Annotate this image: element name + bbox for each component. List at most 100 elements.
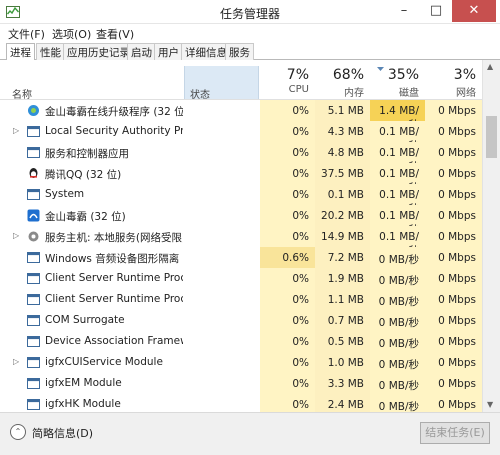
column-status[interactable]: 状态 (184, 66, 259, 101)
process-cpu-value: 0% (260, 142, 315, 163)
tab-users[interactable]: 用户 (154, 43, 183, 60)
process-memory-value: 0.7 MB (315, 310, 370, 331)
process-row[interactable]: Client Server Runtime Process0%1.9 MB0 M… (0, 268, 482, 289)
cpu-label: CPU (288, 84, 309, 95)
app-window-icon (27, 189, 40, 200)
disk-total: 35% (387, 67, 419, 83)
process-disk-value: 0 MB/秒 (370, 373, 425, 394)
process-cpu-value: 0% (260, 100, 315, 121)
close-button[interactable]: ✕ (452, 0, 496, 22)
process-row[interactable]: 腾讯QQ (32 位) 0%37.5 MB0.1 MB/秒0 Mbps (0, 163, 482, 194)
process-disk-value: 0.1 MB/秒 (370, 163, 425, 194)
process-network-value: 0 Mbps (425, 100, 482, 121)
process-network-value: 0 Mbps (425, 310, 482, 331)
column-name[interactable]: 名称 (12, 86, 32, 101)
tab-performance[interactable]: 性能 (36, 43, 65, 60)
tab-details[interactable]: 详细信息 (181, 43, 231, 60)
process-name: Client Server Runtime Process (45, 293, 183, 305)
title-bar: 任务管理器 – □ ✕ (0, 0, 500, 24)
process-disk-value: 0.1 MB/秒 (370, 184, 425, 215)
fewer-details-link[interactable]: 简略信息(D) (32, 425, 93, 441)
kingsoft-antivirus-icon (27, 209, 40, 222)
process-row[interactable]: ▷ igfxCUIService Module 0% 1.0 MB 0 MB/秒 0 Mb… (0, 352, 482, 373)
process-name: Device Association Framewo... (45, 335, 183, 347)
process-cpu-value: 0% (260, 121, 315, 142)
network-label: 网络 (456, 88, 476, 99)
maximize-button[interactable]: □ (421, 0, 451, 22)
process-network-value: 0 Mbps (425, 205, 482, 226)
column-cpu[interactable]: 7% CPU (260, 60, 315, 100)
menu-view[interactable]: 查看(V) (96, 26, 134, 42)
menu-options[interactable]: 选项(O) (52, 26, 91, 42)
process-network-value: 0 Mbps (425, 184, 482, 205)
scroll-up-icon[interactable]: ▲ (487, 62, 493, 71)
process-memory-value: 4.8 MB (315, 142, 370, 163)
process-network-value: 0 Mbps (425, 373, 482, 394)
column-network[interactable]: 3% 网络 (425, 60, 482, 100)
vertical-scrollbar[interactable]: ▲ ▼ (482, 60, 500, 412)
app-window-icon (27, 147, 40, 158)
tab-services[interactable]: 服务 (225, 43, 254, 60)
process-row[interactable]: 服务和控制器应用 0%4.8 MB0.1 MB/秒0 Mbps (0, 142, 482, 173)
cpu-total: 7% (286, 67, 309, 83)
process-row[interactable]: ▷ Local Security Authority Proc... 0%4.3 M… (0, 121, 482, 152)
process-network-value: 0 Mbps (425, 394, 482, 412)
process-cpu-value: 0% (260, 310, 315, 331)
tab-processes[interactable]: 进程 (6, 43, 35, 61)
process-memory-value: 1.9 MB (315, 268, 370, 289)
process-network-value: 0 Mbps (425, 163, 482, 184)
process-row[interactable]: 金山毒霸 (32 位) 0%20.2 MB0.1 MB/秒0 Mbps (0, 205, 482, 236)
chevron-up-icon[interactable]: ⌃ (10, 424, 26, 440)
process-row[interactable]: Client Server Runtime Process0%1.1 MB0 M… (0, 289, 482, 310)
process-row[interactable]: igfxHK Module 0% 2.4 MB 0 MB/秒 0 Mbps (0, 394, 482, 412)
end-task-button[interactable]: 结束任务(E) (420, 422, 490, 444)
process-name: 服务和控制器应用 (45, 148, 129, 160)
process-disk-value: 0 MB/秒 (370, 289, 425, 310)
menu-file[interactable]: 文件(F) (8, 26, 45, 42)
process-name: igfxHK Module (45, 398, 121, 410)
app-window-icon (27, 336, 40, 347)
process-memory-value: 37.5 MB (315, 163, 370, 184)
qq-icon (29, 168, 38, 178)
process-name: Windows 音频设备图形隔离 (45, 253, 180, 265)
process-name: 金山毒霸 (32 位) (45, 211, 126, 223)
scroll-thumb[interactable] (486, 116, 497, 158)
process-row[interactable]: System 0%0.1 MB0.1 MB/秒0 Mbps (0, 184, 482, 215)
process-memory-value: 0.5 MB (315, 331, 370, 352)
process-row[interactable]: Device Association Framewo...0%0.5 MB0 M… (0, 331, 482, 352)
process-memory-value: 7.2 MB (315, 247, 370, 268)
app-window-icon (27, 273, 40, 284)
column-disk[interactable]: 35% 磁盘 (370, 60, 425, 100)
scroll-down-icon[interactable]: ▼ (487, 400, 493, 409)
process-disk-value: 0 MB/秒 (370, 352, 425, 373)
minimize-button[interactable]: – (389, 0, 419, 22)
process-memory-value: 4.3 MB (315, 121, 370, 142)
menu-bar: 文件(F) 选项(O) 查看(V) (0, 24, 500, 42)
process-row[interactable]: igfxEM Module 0% 3.3 MB 0 MB/秒 0 Mbps (0, 373, 482, 394)
process-row[interactable]: 金山毒霸在线升级程序 (32 位) 0%5.1 MB1.4 MB/秒0 Mbps (0, 100, 482, 131)
tab-app-history[interactable]: 应用历史记录 (63, 43, 134, 60)
process-cpu-value: 0% (260, 163, 315, 184)
app-window-icon (27, 357, 40, 368)
process-name: Client Server Runtime Process (45, 272, 183, 284)
disk-label: 磁盘 (399, 88, 419, 99)
app-window-icon (27, 294, 40, 305)
process-memory-value: 14.9 MB (315, 226, 370, 247)
expand-arrow-icon[interactable]: ▷ (13, 357, 19, 366)
process-cpu-value: 0% (260, 352, 315, 373)
expand-arrow-icon[interactable]: ▷ (13, 126, 19, 135)
process-row[interactable]: Windows 音频设备图形隔离 0.6% 7.2 MB 0 MB/秒 0 Mbps (0, 247, 482, 268)
process-cpu-value: 0% (260, 184, 315, 205)
network-total: 3% (453, 67, 476, 83)
expand-arrow-icon[interactable]: ▷ (13, 231, 19, 240)
column-memory[interactable]: 68% 内存 (315, 60, 370, 100)
memory-total: 68% (332, 67, 364, 83)
tab-startup[interactable]: 启动 (127, 43, 156, 60)
process-row[interactable]: ▷ 服务主机: 本地服务(网络受限) (7) 0%14.9 MB0.1 MB/秒0 … (0, 226, 482, 257)
process-list: 金山毒霸在线升级程序 (32 位)0%5.1 MB1.4 MB/秒0 Mbps▷… (0, 100, 482, 412)
process-network-value: 0 Mbps (425, 352, 482, 373)
process-row[interactable]: COM Surrogate 0% 0.7 MB 0 MB/秒 0 Mbps (0, 310, 482, 331)
process-network-value: 0 Mbps (425, 142, 482, 163)
process-disk-value: 0 MB/秒 (370, 310, 425, 331)
process-memory-value: 2.4 MB (315, 394, 370, 412)
